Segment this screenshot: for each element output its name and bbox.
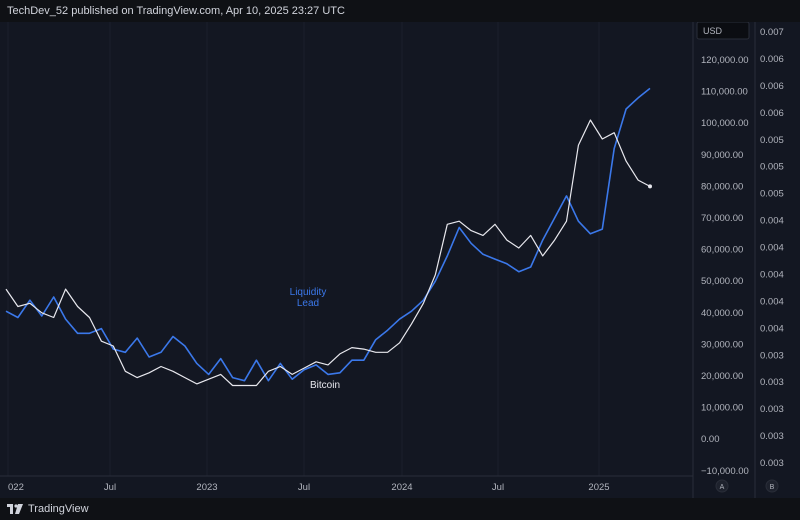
time-axis-label: 022: [8, 482, 24, 493]
secondary-axis-label: 0.003: [760, 350, 784, 361]
log-scale-label: B: [770, 484, 775, 491]
price-chart[interactable]: LiquidityLead Bitcoin 120,000.00 110,000.0…: [0, 22, 800, 498]
price-axis-label: 60,000.00: [701, 245, 743, 256]
tradingview-logo-icon[interactable]: [7, 504, 23, 514]
secondary-axis-label: 0.006: [760, 54, 784, 65]
time-axis-label: 2025: [588, 482, 609, 493]
time-axis-label: 2023: [196, 482, 217, 493]
auto-scale-button[interactable]: A: [715, 479, 729, 493]
price-axis-label: 50,000.00: [701, 276, 743, 287]
secondary-axis-label: 0.007: [760, 27, 784, 38]
price-axis-label: 20,000.00: [701, 371, 743, 382]
time-axis-label: 2024: [391, 482, 412, 493]
chart-area[interactable]: Liquidity Lead Bitcoin 120,000.00 110,000.0…: [0, 22, 800, 498]
secondary-axis-label: 0.004: [760, 243, 784, 254]
bitcoin-label: Bitcoin: [310, 380, 340, 391]
price-axis-label: 40,000.00: [701, 308, 743, 319]
publisher-text: TechDev_52 published on TradingView.com,…: [7, 5, 345, 17]
secondary-axis-label: 0.005: [760, 135, 784, 146]
price-axis-label: 0.00: [701, 434, 720, 445]
footer-brand[interactable]: TradingView: [28, 503, 89, 515]
currency-badge[interactable]: USD: [696, 22, 750, 40]
price-axis-label: 120,000.00: [701, 55, 749, 66]
footer-bar: TradingView: [0, 498, 800, 520]
secondary-axis-label: 0.004: [760, 323, 784, 334]
publisher-header: TechDev_52 published on TradingView.com,…: [0, 0, 800, 22]
secondary-axis-label: 0.004: [760, 216, 784, 227]
bitcoin-last-point: [648, 184, 652, 189]
price-axis-label: −10,000.00: [701, 466, 749, 477]
price-axis-label: 100,000.00: [701, 118, 749, 129]
secondary-axis-label: 0.004: [760, 269, 784, 280]
secondary-axis-label: 0.003: [760, 431, 784, 442]
time-axis-label: Jul: [104, 482, 116, 493]
secondary-axis-label: 0.006: [760, 108, 784, 119]
secondary-axis-label: 0.003: [760, 404, 784, 415]
price-axis-label: 30,000.00: [701, 339, 743, 350]
liquidity-lead-label: Liquidity: [290, 287, 327, 298]
price-axis-label: 80,000.00: [701, 181, 743, 192]
currency-badge-text: USD: [703, 26, 723, 36]
secondary-axis-label: 0.003: [760, 377, 784, 388]
price-axis-label: 90,000.00: [701, 150, 743, 161]
secondary-axis-label: 0.003: [760, 458, 784, 469]
secondary-axis-label: 0.006: [760, 81, 784, 92]
auto-scale-label: A: [720, 484, 725, 491]
price-axis-label: 110,000.00: [701, 87, 748, 98]
time-axis-label: Jul: [492, 482, 504, 493]
secondary-axis-label: 0.005: [760, 189, 784, 200]
time-axis-label: Jul: [298, 482, 310, 493]
log-scale-button[interactable]: B: [765, 479, 779, 493]
secondary-axis-label: 0.005: [760, 162, 784, 173]
price-axis-label: 10,000.00: [701, 403, 743, 414]
price-axis-label: 70,000.00: [701, 213, 743, 224]
chart-background: [0, 22, 800, 498]
liquidity-lead-label: Lead: [297, 298, 319, 309]
secondary-axis-label: 0.004: [760, 296, 784, 307]
